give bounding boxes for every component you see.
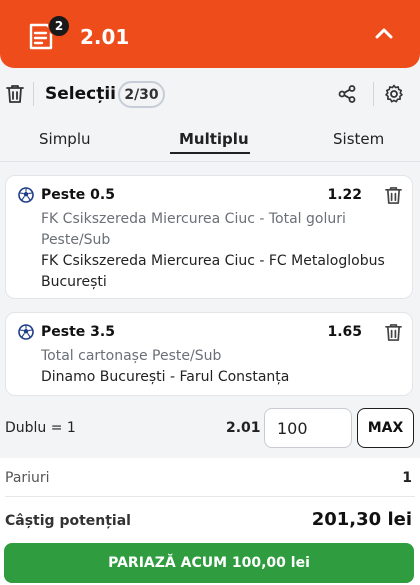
selection-odds: 1.22 <box>327 187 362 203</box>
max-button[interactable]: MAX <box>357 408 414 448</box>
market-name: FK Csikszereda Miercurea Ciuc - Total go… <box>41 211 346 248</box>
chevron-up-icon[interactable] <box>374 26 394 40</box>
trash-icon[interactable] <box>6 84 24 104</box>
tab-sistem[interactable]: Sistem <box>333 130 384 148</box>
trash-icon[interactable] <box>385 323 402 342</box>
total-odds: 2.01 <box>80 25 130 49</box>
tab-simplu[interactable]: Simplu <box>39 130 91 148</box>
stake-row: Dublu = 1 2.01 MAX <box>0 405 420 450</box>
selection-odds: 1.65 <box>327 324 362 340</box>
event-name: Dinamo București - Farul Constanța <box>41 369 290 385</box>
selection-card: Peste 0.5 1.22 FK Csikszereda Miercurea … <box>5 175 413 299</box>
trash-icon[interactable] <box>385 186 402 205</box>
selection-pick: Peste 3.5 <box>41 324 115 340</box>
selection-count-pill: 2/30 <box>118 81 165 108</box>
potential-win-value: 201,30 lei <box>311 509 412 530</box>
tab-multiplu[interactable]: Multiplu <box>179 130 249 148</box>
stake-input[interactable] <box>264 408 352 448</box>
combo-odds: 2.01 <box>226 420 261 436</box>
bets-value: 1 <box>402 470 412 486</box>
divider <box>0 161 420 162</box>
selection-count-badge: 2 <box>48 15 70 37</box>
betslip-icon: 2 <box>24 15 70 53</box>
event-name: FK Csikszereda Miercurea Ciuc - FC Metal… <box>41 253 385 290</box>
potential-win-label: Câștig potențial <box>5 513 131 529</box>
divider <box>33 82 34 106</box>
bet-type-tabs: Simplu Multiplu Sistem <box>0 122 420 162</box>
bets-label: Pariuri <box>5 470 50 486</box>
betslip-header[interactable]: 2 2.01 <box>0 0 420 68</box>
place-bet-button[interactable]: PARIAZĂ ACUM 100,00 lei <box>4 543 414 583</box>
selection-pick: Peste 0.5 <box>41 187 115 203</box>
active-tab-indicator <box>170 152 250 154</box>
share-icon[interactable] <box>338 85 356 103</box>
market-name: Total cartonașe Peste/Sub <box>41 348 222 364</box>
football-icon <box>18 187 34 203</box>
divider <box>5 496 415 497</box>
divider <box>373 82 374 106</box>
selections-toolbar: Selecții 2/30 <box>0 68 420 120</box>
gear-icon[interactable] <box>384 84 404 104</box>
bet-summary: Pariuri 1 Câștig potențial 201,30 lei PA… <box>0 458 420 585</box>
football-icon <box>18 324 34 340</box>
selection-card: Peste 3.5 1.65 Total cartonașe Peste/Sub… <box>5 312 413 396</box>
combo-label: Dublu = 1 <box>5 420 76 436</box>
page-title: Selecții <box>45 84 116 104</box>
